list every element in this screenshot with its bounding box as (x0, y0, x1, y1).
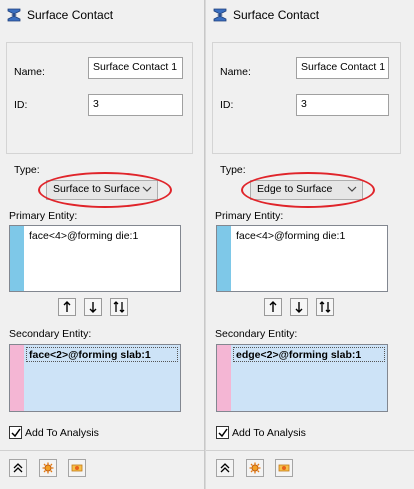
chevron-down-icon (347, 186, 357, 192)
chevron-down-icon (142, 186, 152, 192)
secondary-color-strip (217, 345, 231, 411)
move-up-icon (63, 301, 71, 312)
options-icon (71, 464, 83, 472)
add-to-analysis-label: Add To Analysis (25, 426, 99, 439)
list-item[interactable]: edge<2>@forming slab:1 (233, 347, 385, 362)
secondary-color-strip (10, 345, 24, 411)
type-dropdown-value: Edge to Surface (257, 183, 333, 195)
id-field[interactable]: 3 (88, 94, 183, 116)
swap-icon (113, 301, 125, 313)
id-label: ID: (220, 99, 234, 111)
divider (206, 450, 414, 451)
collapse-icon (220, 463, 230, 473)
type-label: Type: (14, 164, 40, 176)
checkmark-icon (217, 428, 228, 437)
name-field[interactable]: Surface Contact 1 (296, 57, 389, 79)
move-down-icon (89, 302, 97, 313)
id-field[interactable]: 3 (296, 94, 389, 116)
secondary-entity-label: Secondary Entity: (215, 328, 298, 340)
list-item-label: edge<2>@forming slab:1 (236, 349, 362, 361)
list-item[interactable]: face<4>@forming die:1 (29, 230, 138, 242)
divider (0, 450, 204, 451)
primary-color-strip (10, 226, 24, 291)
secondary-entity-label: Secondary Entity: (9, 328, 92, 340)
settings-button[interactable] (39, 459, 57, 477)
add-to-analysis-checkbox[interactable]: Add To Analysis (9, 426, 99, 439)
options-button[interactable] (275, 459, 293, 477)
type-dropdown[interactable]: Edge to Surface (250, 180, 363, 200)
name-label: Name: (14, 66, 45, 78)
list-item[interactable]: face<2>@forming slab:1 (26, 347, 178, 362)
primary-entity-label: Primary Entity: (215, 210, 284, 222)
primary-entity-list[interactable]: face<4>@forming die:1 (216, 225, 388, 292)
options-button[interactable] (68, 459, 86, 477)
type-label: Type: (220, 164, 246, 176)
settings-button[interactable] (246, 459, 264, 477)
panel-title-row: Surface Contact (212, 6, 319, 24)
panel-title: Surface Contact (27, 8, 114, 22)
list-item[interactable]: face<4>@forming die:1 (236, 230, 345, 242)
settings-icon (42, 462, 54, 474)
move-down-button[interactable] (84, 298, 102, 316)
move-up-icon (269, 301, 277, 312)
primary-entity-label: Primary Entity: (9, 210, 78, 222)
move-down-button[interactable] (290, 298, 308, 316)
surface-contact-panel-right: Surface Contact Name: Surface Contact 1 … (206, 0, 414, 489)
secondary-entity-list[interactable]: face<2>@forming slab:1 (9, 344, 181, 412)
move-down-icon (295, 302, 303, 313)
move-up-button[interactable] (264, 298, 282, 316)
collapse-button[interactable] (216, 459, 234, 477)
surface-contact-icon (7, 8, 21, 22)
swap-button[interactable] (316, 298, 334, 316)
name-field[interactable]: Surface Contact 1 (88, 57, 183, 79)
checkbox-box[interactable] (216, 426, 229, 439)
swap-button[interactable] (110, 298, 128, 316)
move-up-button[interactable] (58, 298, 76, 316)
type-dropdown-value: Surface to Surface (53, 183, 140, 195)
surface-contact-icon (213, 8, 227, 22)
name-label: Name: (220, 66, 251, 78)
panel-title-row: Surface Contact (6, 6, 113, 24)
surface-contact-panel-left: Surface Contact Name: Surface Contact 1 … (0, 0, 205, 489)
collapse-icon (13, 463, 23, 473)
add-to-analysis-label: Add To Analysis (232, 426, 306, 439)
primary-color-strip (217, 226, 231, 291)
type-dropdown[interactable]: Surface to Surface (46, 180, 158, 200)
settings-icon (249, 462, 261, 474)
swap-icon (319, 301, 331, 313)
id-label: ID: (14, 99, 28, 111)
primary-entity-list[interactable]: face<4>@forming die:1 (9, 225, 181, 292)
checkmark-icon (10, 428, 21, 437)
options-icon (278, 464, 290, 472)
panel-title: Surface Contact (233, 8, 320, 22)
collapse-button[interactable] (9, 459, 27, 477)
secondary-entity-list[interactable]: edge<2>@forming slab:1 (216, 344, 388, 412)
list-item-label: face<2>@forming slab:1 (29, 349, 151, 361)
checkbox-box[interactable] (9, 426, 22, 439)
add-to-analysis-checkbox[interactable]: Add To Analysis (216, 426, 306, 439)
